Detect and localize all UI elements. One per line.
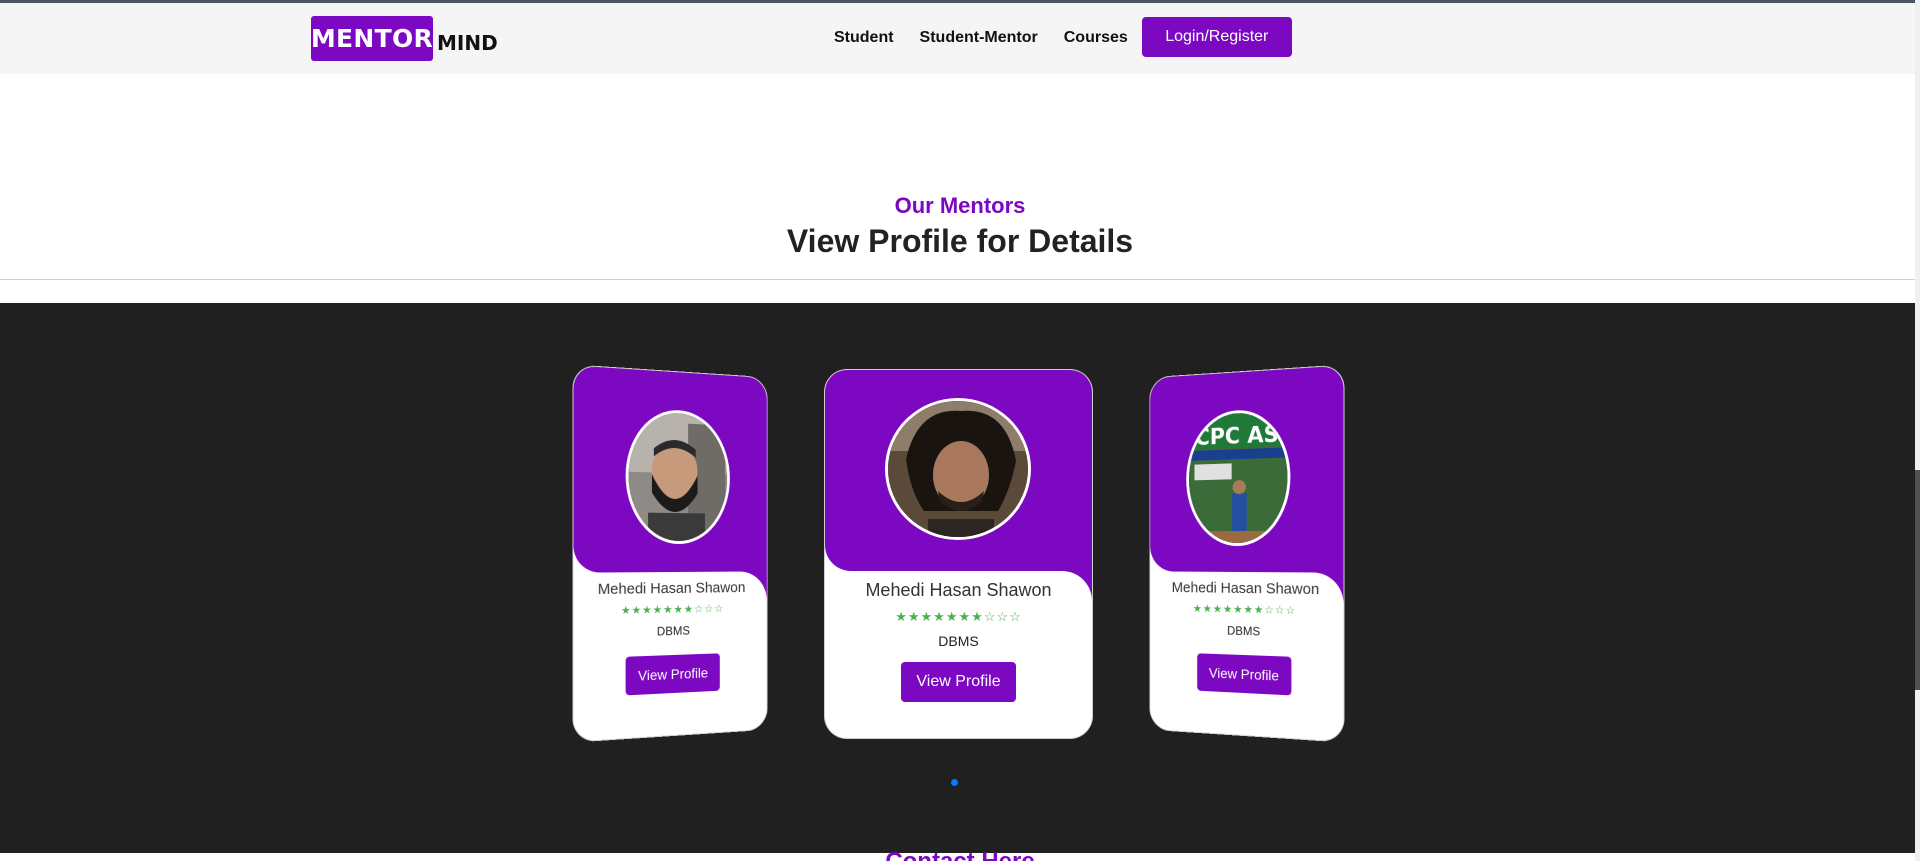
section-subtitle: Our Mentors bbox=[894, 193, 1026, 218]
rating-stars: ★★★★★★★☆☆☆ bbox=[620, 603, 725, 618]
mentor-avatar bbox=[885, 398, 1031, 540]
rating-stars: ★★★★★★★☆☆☆ bbox=[1192, 603, 1297, 618]
mentor-card-center: Mehedi Hasan Shawon ★★★★★★★☆☆☆ DBMS View… bbox=[825, 370, 1092, 738]
contact-heading: Contact Here bbox=[0, 848, 1920, 861]
rating-stars: ★★★★★★★☆☆☆ bbox=[895, 609, 1022, 624]
view-profile-button[interactable]: View Profile bbox=[625, 653, 721, 696]
mentor-name: Mehedi Hasan Shawon bbox=[597, 579, 746, 599]
view-profile-button[interactable]: View Profile bbox=[901, 662, 1016, 702]
divider bbox=[0, 279, 1920, 280]
mentor-subject: DBMS bbox=[938, 633, 979, 649]
nav-student-mentor[interactable]: Student-Mentor bbox=[920, 18, 1038, 57]
mentor-subject: DBMS bbox=[1227, 623, 1261, 639]
section-title: View Profile for Details bbox=[786, 223, 1134, 259]
mentor-name: Mehedi Hasan Shawon bbox=[1171, 579, 1320, 599]
mentor-subject: DBMS bbox=[656, 623, 690, 639]
navbar: MENTOR MIND Student Student-Mentor Cours… bbox=[0, 3, 1920, 74]
mentors-section-header: Our Mentors View Profile for Details bbox=[0, 193, 1920, 260]
login-register-button[interactable]: Login/Register bbox=[1141, 17, 1292, 57]
logo-mentor: MENTOR bbox=[311, 16, 433, 61]
mentor-card-left: Mehedi Hasan Shawon ★★★★★★★☆☆☆ DBMS View… bbox=[573, 365, 767, 742]
photo-bearded-man bbox=[628, 410, 730, 545]
nav-courses[interactable]: Courses bbox=[1064, 18, 1128, 57]
mentor-card-right: CPC ASI Mehedi Hasan Shawon ★★★★★★★☆☆☆ D… bbox=[1150, 365, 1344, 742]
carousel-dot-active[interactable] bbox=[951, 779, 958, 786]
logo-mind: MIND bbox=[437, 30, 498, 55]
photo-young-man bbox=[888, 401, 1028, 537]
view-profile-button[interactable]: View Profile bbox=[1196, 653, 1292, 696]
scroll-thumb[interactable] bbox=[1915, 470, 1920, 690]
mentor-name: Mehedi Hasan Shawon bbox=[865, 580, 1052, 600]
carousel-pagination bbox=[951, 779, 958, 786]
nav-student[interactable]: Student bbox=[834, 18, 894, 57]
brand-logo[interactable]: MENTOR MIND bbox=[311, 16, 498, 61]
page-scrollbar[interactable] bbox=[1915, 0, 1920, 861]
nav-links: Student Student-Mentor Courses Login/Reg… bbox=[834, 17, 1292, 57]
